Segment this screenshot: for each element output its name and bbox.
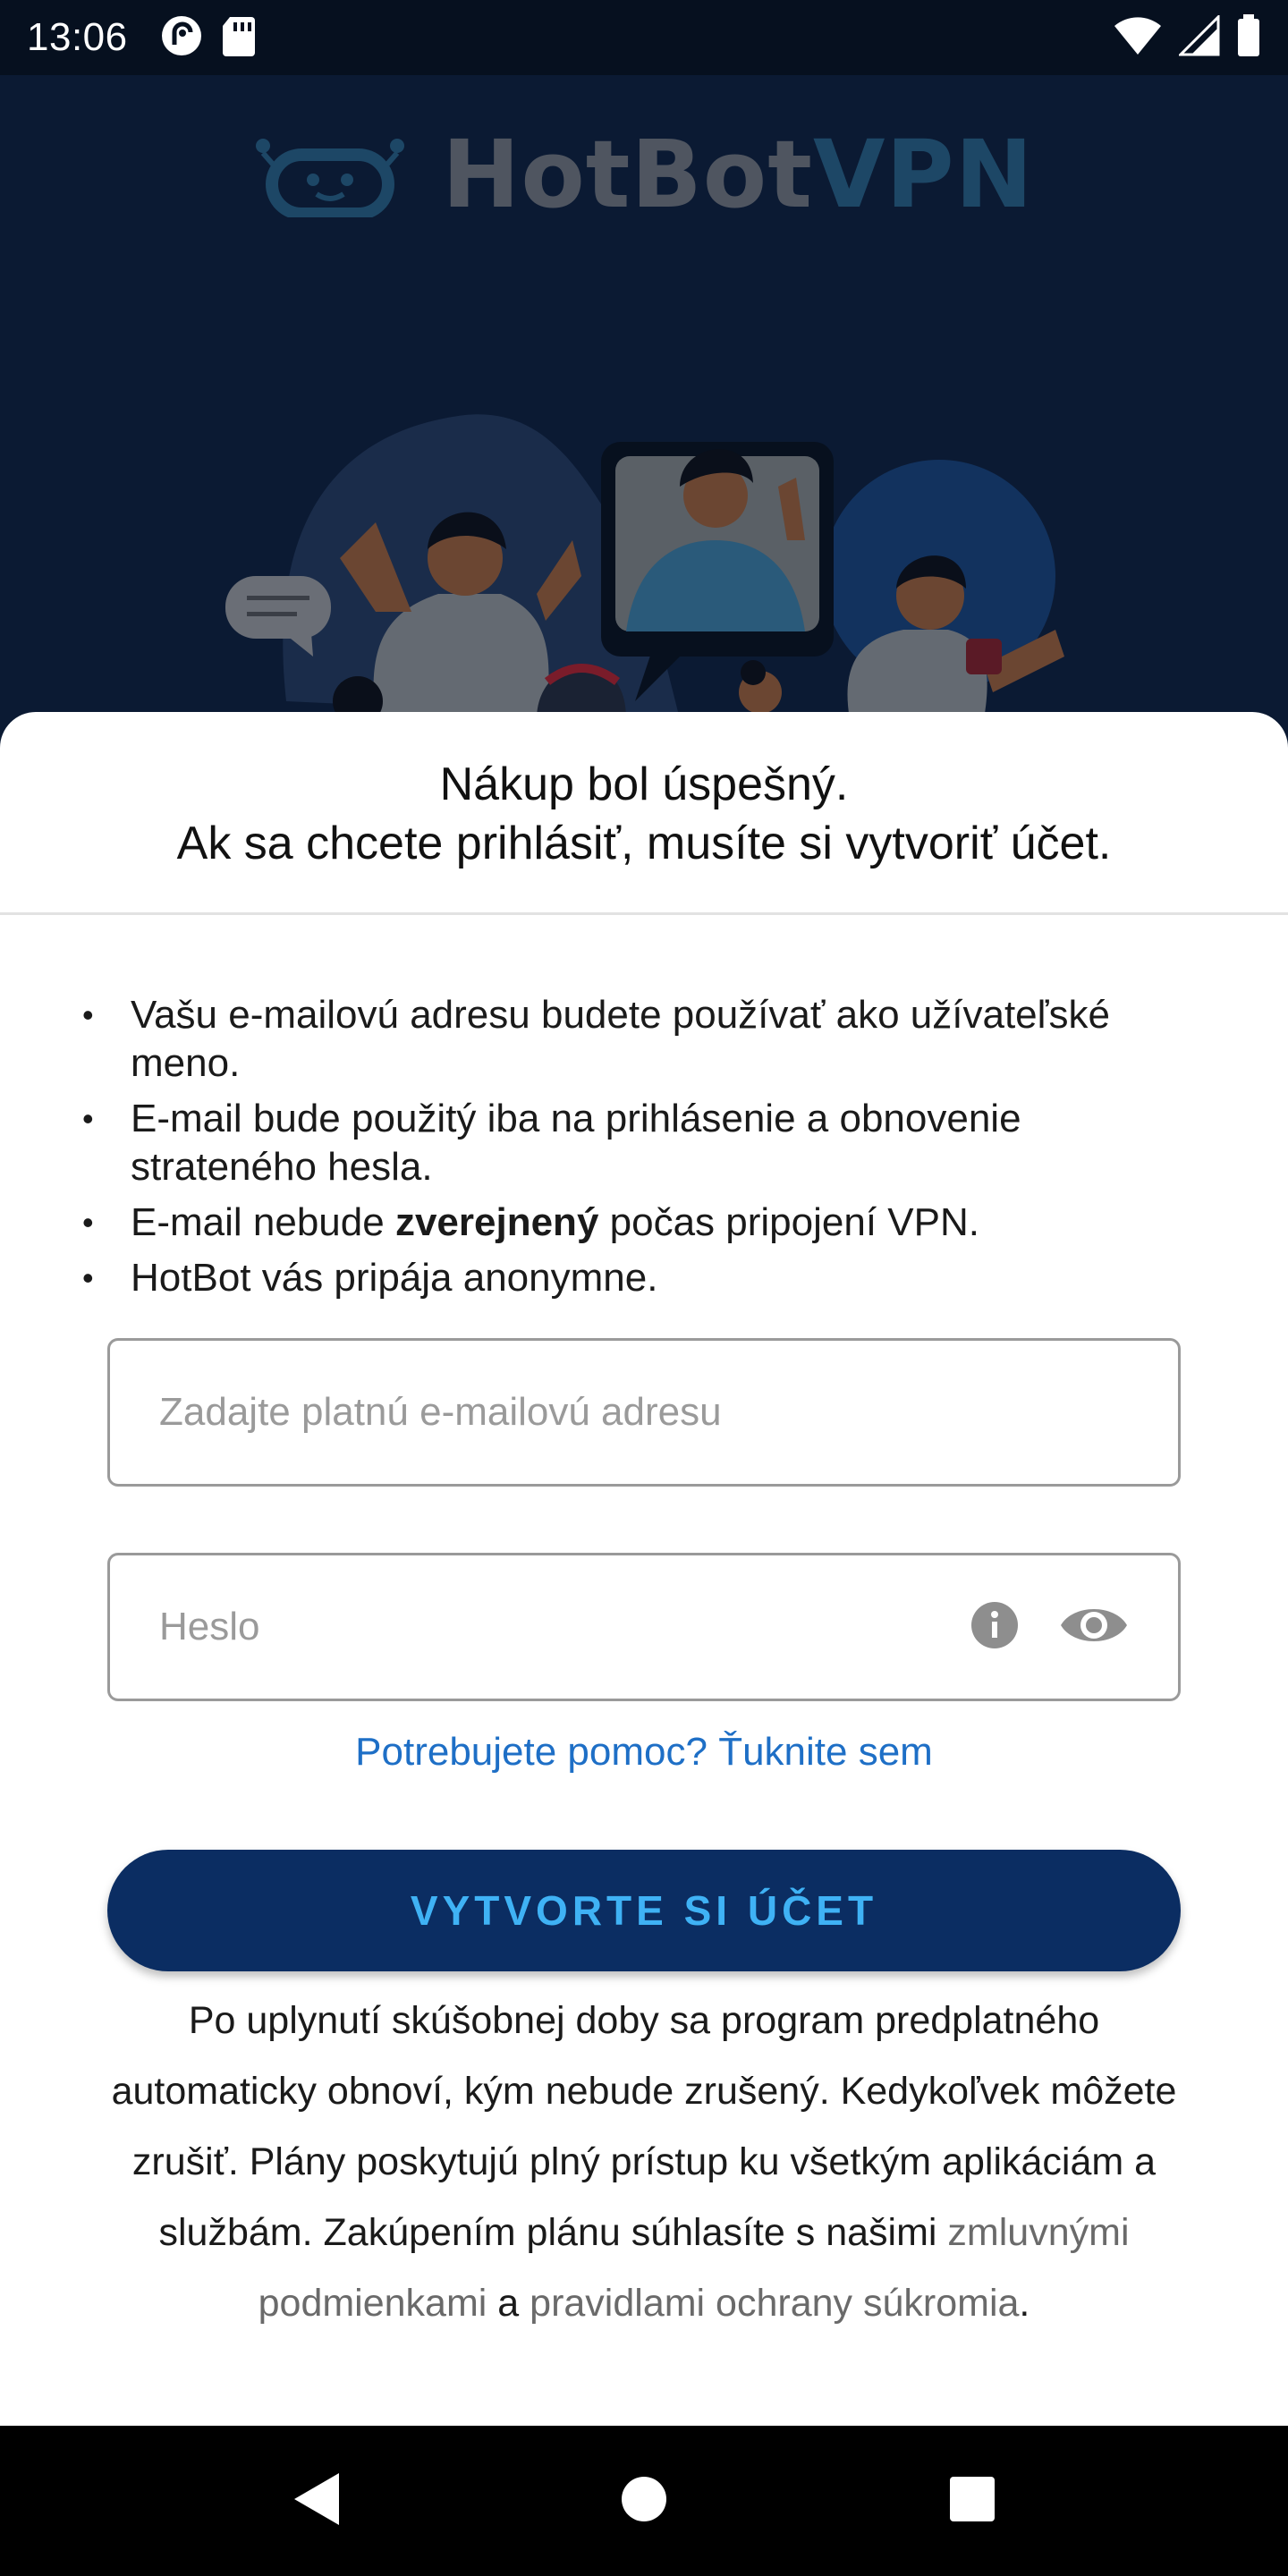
create-account-sheet: Nákup bol úspešný. Ak sa chcete prihlási… [0, 712, 1288, 2426]
back-icon [291, 2471, 341, 2531]
status-bar: 13:06 [0, 0, 1288, 75]
home-icon [621, 2476, 667, 2527]
info-bullets: Vašu e-mailovú adresu budete používať ak… [82, 991, 1197, 1309]
bullet-item: E-mail bude použitý iba na prihlásenie a… [82, 1095, 1197, 1191]
bullet-item: HotBot vás pripája anonymne. [82, 1254, 1197, 1302]
wifi-icon [1113, 15, 1163, 61]
help-link[interactable]: Potrebujete pomoc? Ťuknite sem [0, 1730, 1288, 1775]
bullet-item: E-mail nebude zverejnený počas pripojení… [82, 1199, 1197, 1247]
battery-icon [1236, 13, 1261, 62]
password-input[interactable] [159, 1605, 952, 1649]
password-field[interactable] [107, 1553, 1181, 1701]
bullet-item: Vašu e-mailovú adresu budete používať ak… [82, 991, 1197, 1088]
hero-background: HotBotVPN [0, 75, 1288, 719]
email-input[interactable] [159, 1390, 1129, 1435]
sd-card-icon [221, 15, 257, 61]
divider [0, 912, 1288, 915]
home-button[interactable] [590, 2447, 698, 2555]
status-time: 13:06 [27, 15, 128, 59]
sheet-title: Nákup bol úspešný. Ak sa chcete prihlási… [0, 755, 1288, 873]
signal-icon [1177, 13, 1220, 61]
recents-button[interactable] [919, 2447, 1026, 2555]
recents-icon [949, 2476, 996, 2527]
sheet-title-line2: Ak sa chcete prihlásiť, musíte si vytvor… [176, 818, 1112, 869]
status-right-icons [1113, 13, 1261, 62]
eye-icon[interactable] [1059, 1600, 1129, 1655]
nav-bar [0, 2426, 1288, 2576]
people-illustration [225, 414, 1064, 719]
pocket-casts-icon [160, 14, 203, 62]
sheet-title-line1: Nákup bol úspešný. [439, 758, 849, 810]
create-account-button[interactable]: VYTVORTE SI ÚČET [107, 1850, 1181, 1971]
status-left-icons [160, 14, 257, 62]
password-icons [970, 1600, 1129, 1655]
terms-text: Po uplynutí skúšobnej doby sa program pr… [111, 1999, 1177, 2325]
email-field[interactable] [107, 1338, 1181, 1487]
privacy-link[interactable]: pravidlami ochrany súkromia [530, 2282, 1019, 2325]
back-button[interactable] [262, 2447, 369, 2555]
info-icon[interactable] [970, 1600, 1020, 1655]
